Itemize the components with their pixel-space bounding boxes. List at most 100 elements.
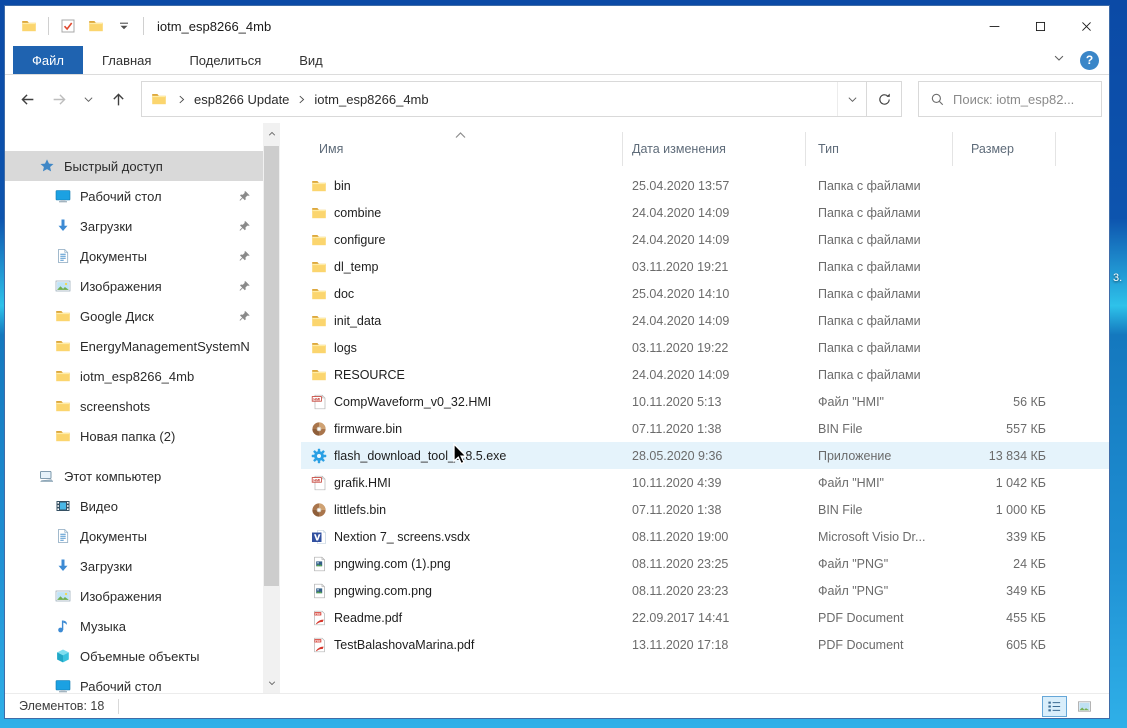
up-button[interactable]: [110, 91, 127, 108]
file-row[interactable]: HMIgrafik.HMI10.11.2020 4:39Файл "HMI"1 …: [301, 469, 1109, 496]
recent-locations-button[interactable]: [82, 93, 95, 106]
sidebar-item[interactable]: iotm_esp8266_4mb: [5, 361, 263, 391]
maximize-button[interactable]: [1017, 6, 1063, 46]
ribbon-collapse-icon[interactable]: [1052, 51, 1066, 70]
ribbon-tabs: ФайлГлавнаяПоделитьсяВид: [13, 46, 342, 74]
scrollbar-down-arrow[interactable]: [263, 674, 280, 691]
sidebar-item[interactable]: Рабочий стол: [5, 671, 263, 693]
file-date-cell: 08.11.2020 23:25: [623, 557, 806, 571]
file-date-cell: 08.11.2020 19:00: [623, 530, 806, 544]
file-row[interactable]: bin25.04.2020 13:57Папка с файлами: [301, 172, 1109, 199]
address-bar[interactable]: esp8266 Update iotm_esp8266_4mb: [141, 81, 867, 117]
column-header[interactable]: Размер: [953, 132, 1056, 166]
thumbnails-view-button[interactable]: [1072, 696, 1097, 717]
file-row[interactable]: combine24.04.2020 14:09Папка с файлами: [301, 199, 1109, 226]
file-name-cell: pngwing.com.png: [301, 583, 623, 599]
column-header[interactable]: Имя: [301, 132, 623, 166]
file-row[interactable]: dl_temp03.11.2020 19:21Папка с файлами: [301, 253, 1109, 280]
sidebar-item[interactable]: Новая папка (2): [5, 421, 263, 451]
new-folder-quick-button[interactable]: [87, 17, 105, 35]
ribbon-tab[interactable]: Вид: [280, 46, 342, 74]
folder-file-icon: [311, 232, 327, 248]
file-type-cell: BIN File: [806, 503, 953, 517]
scrollbar-up-arrow[interactable]: [263, 125, 280, 142]
file-row[interactable]: init_data24.04.2020 14:09Папка с файлами: [301, 307, 1109, 334]
file-row[interactable]: PDFReadme.pdf22.09.2017 14:41PDF Documen…: [301, 604, 1109, 631]
file-row[interactable]: Nextion 7_ screens.vsdx08.11.2020 19:00M…: [301, 523, 1109, 550]
file-row[interactable]: logs03.11.2020 19:22Папка с файлами: [301, 334, 1109, 361]
ribbon-tab[interactable]: Файл: [13, 46, 83, 74]
file-row[interactable]: flash_download_tool_3.8.5.exe28.05.2020 …: [301, 442, 1109, 469]
sidebar-item[interactable]: EnergyManagementSystemN: [5, 331, 263, 361]
refresh-button[interactable]: [866, 81, 902, 117]
breadcrumb-item[interactable]: esp8266 Update: [189, 92, 294, 107]
sidebar-item[interactable]: Google Диск: [5, 301, 263, 331]
folder-icon: [55, 368, 71, 384]
sidebar-item-label: Документы: [80, 529, 147, 544]
file-row[interactable]: RESOURCE24.04.2020 14:09Папка с файлами: [301, 361, 1109, 388]
sidebar-item[interactable]: Документы: [5, 521, 263, 551]
file-row[interactable]: pngwing.com (1).png08.11.2020 23:25Файл …: [301, 550, 1109, 577]
column-header[interactable]: Тип: [806, 132, 953, 166]
navigation-pane: Быстрый доступРабочий столЗагрузкиДокуме…: [5, 123, 263, 693]
file-row[interactable]: firmware.bin07.11.2020 1:38BIN File557 К…: [301, 415, 1109, 442]
file-type-cell: Файл "HMI": [806, 476, 953, 490]
sidebar-item[interactable]: Загрузки: [5, 211, 263, 241]
sidebar-item[interactable]: Музыка: [5, 611, 263, 641]
sidebar-item[interactable]: Видео: [5, 491, 263, 521]
file-name: CompWaveform_v0_32.HMI: [334, 395, 491, 409]
sidebar-scrollbar[interactable]: [263, 123, 280, 693]
explorer-window: iotm_esp8266_4mb ФайлГлавнаяПоделитьсяВи…: [4, 5, 1110, 719]
bin-file-icon: [311, 421, 327, 437]
mouse-cursor: [450, 443, 470, 466]
close-button[interactable]: [1063, 6, 1109, 46]
sidebar-section-quick-access[interactable]: Быстрый доступ: [5, 151, 263, 181]
file-size-cell: 605 КБ: [953, 638, 1056, 652]
file-row[interactable]: pngwing.com.png08.11.2020 23:23Файл "PNG…: [301, 577, 1109, 604]
breadcrumb-item[interactable]: iotm_esp8266_4mb: [309, 92, 433, 107]
breadcrumb-chevron-icon: [176, 94, 187, 105]
file-type-cell: Папка с файлами: [806, 341, 953, 355]
file-row[interactable]: PDFTestBalashovaMarina.pdf13.11.2020 17:…: [301, 631, 1109, 658]
file-row[interactable]: configure24.04.2020 14:09Папка с файлами: [301, 226, 1109, 253]
file-row[interactable]: doc25.04.2020 14:10Папка с файлами: [301, 280, 1109, 307]
file-date-cell: 28.05.2020 9:36: [623, 449, 806, 463]
file-list-pane: ИмяДата измененияТипРазмер bin25.04.2020…: [280, 123, 1109, 693]
documents-icon: [55, 528, 71, 544]
ribbon-tab[interactable]: Поделиться: [170, 46, 280, 74]
objects-3d-icon: [55, 648, 71, 664]
address-history-button[interactable]: [837, 82, 866, 116]
file-row[interactable]: littlefs.bin07.11.2020 1:38BIN File1 000…: [301, 496, 1109, 523]
file-name: doc: [334, 287, 354, 301]
back-button[interactable]: [19, 91, 36, 108]
column-header[interactable]: Дата изменения: [623, 132, 806, 166]
sidebar-item[interactable]: Изображения: [5, 271, 263, 301]
search-box[interactable]: [918, 81, 1102, 117]
qat-customize-dropdown-icon[interactable]: [115, 17, 133, 35]
breadcrumb-chevron-icon: [296, 94, 307, 105]
file-row[interactable]: HMICompWaveform_v0_32.HMI10.11.2020 5:13…: [301, 388, 1109, 415]
sidebar-item-label: Рабочий стол: [80, 189, 162, 204]
file-type-cell: Файл "PNG": [806, 584, 953, 598]
forward-button[interactable]: [51, 91, 68, 108]
details-view-button[interactable]: [1042, 696, 1067, 717]
properties-quick-button[interactable]: [59, 17, 77, 35]
file-name: combine: [334, 206, 381, 220]
help-button[interactable]: ?: [1080, 51, 1099, 70]
folder-icon: [55, 428, 71, 444]
scrollbar-thumb[interactable]: [264, 146, 279, 586]
search-input[interactable]: [953, 92, 1101, 107]
sidebar-item[interactable]: Загрузки: [5, 551, 263, 581]
minimize-button[interactable]: [971, 6, 1017, 46]
sidebar-item[interactable]: Рабочий стол: [5, 181, 263, 211]
sidebar-item[interactable]: Изображения: [5, 581, 263, 611]
ribbon-tab[interactable]: Главная: [83, 46, 170, 74]
sidebar-item[interactable]: Объемные объекты: [5, 641, 263, 671]
items-count: Элементов: 18: [19, 699, 104, 713]
sidebar-section-this-pc[interactable]: Этот компьютер: [5, 461, 263, 491]
sidebar-item[interactable]: Документы: [5, 241, 263, 271]
file-type-cell: PDF Document: [806, 638, 953, 652]
file-name: configure: [334, 233, 385, 247]
sidebar-item[interactable]: screenshots: [5, 391, 263, 421]
file-size-cell: 56 КБ: [953, 395, 1056, 409]
